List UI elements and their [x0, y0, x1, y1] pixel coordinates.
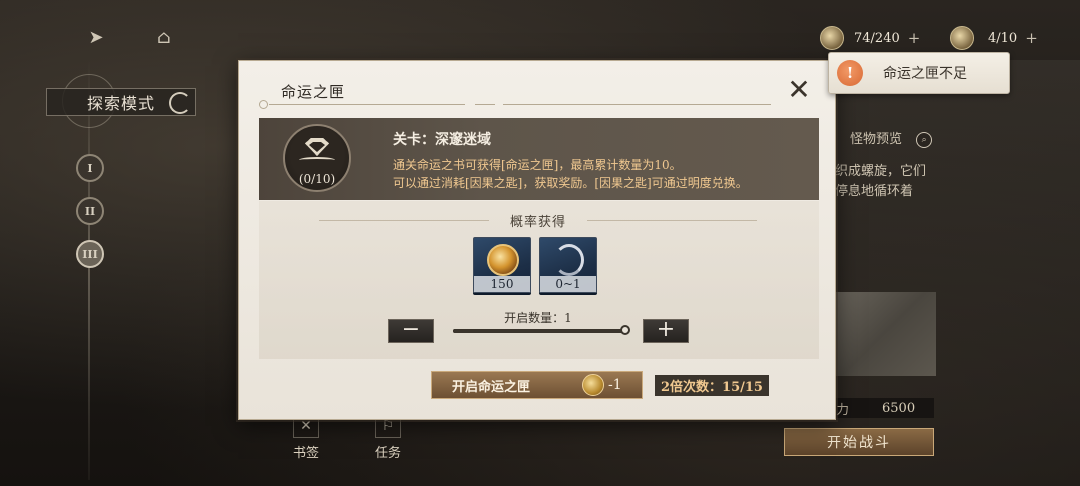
stamina-value: 74/240	[854, 30, 900, 46]
slider-handle[interactable]	[620, 325, 630, 335]
warning-icon: !	[837, 60, 863, 86]
explore-mode-label: 探索模式	[87, 94, 156, 113]
refresh-icon	[169, 92, 191, 114]
recommended-power: 力 6500	[822, 398, 934, 418]
slider-fill	[453, 329, 625, 333]
increase-button[interactable]: +	[643, 319, 689, 343]
stage-description-1: 交织成螺旋，它们	[822, 164, 927, 179]
stage-node-3[interactable]: III	[76, 240, 104, 268]
monster-preview-button[interactable]: 怪物预览 ⌕	[850, 128, 933, 148]
reward-item-orb[interactable]: 150	[473, 237, 531, 293]
magnifier-icon: ⌕	[916, 131, 933, 148]
stage-thumbnail	[830, 292, 936, 376]
open-cost: -1	[608, 377, 622, 393]
key-resource: 4/10 +	[950, 24, 1038, 52]
title-rule	[503, 104, 771, 105]
stage-banner: (0/10) 关卡：深邃迷域 通关命运之书可获得[命运之匣]，最高累计数量为10…	[259, 118, 819, 200]
close-button[interactable]: ✕	[785, 76, 813, 105]
key-icon	[950, 26, 974, 50]
reward-item-swirl[interactable]: 0~1	[539, 237, 597, 293]
add-stamina-button[interactable]: +	[908, 29, 921, 47]
decrease-button[interactable]: −	[388, 319, 434, 343]
tab-bookmark[interactable]: ✕ 书签	[278, 414, 334, 461]
stamina-icon	[820, 26, 844, 50]
home-icon[interactable]: ⌂	[152, 26, 176, 50]
banner-info-2: 可以通过消耗[因果之匙]，获取奖励。[因果之匙]可通过明度兑换。	[393, 176, 748, 190]
stamina-resource: 74/240 +	[820, 24, 920, 52]
tab-quest[interactable]: ⚐ 任务	[360, 414, 416, 461]
title-rule	[475, 104, 495, 105]
open-quantity-label: 开启数量：1	[504, 311, 572, 325]
tab-bookmark-label: 书签	[292, 446, 319, 461]
fate-box-dialog: 命运之匣 ✕ (0/10) 关卡：深邃迷域 通关命运之书可获得[命运之匣]，最高…	[238, 60, 836, 420]
quantity-slider[interactable]	[453, 325, 630, 335]
start-battle-button[interactable]: 开始战斗	[784, 428, 934, 456]
toast-message: 命运之匣不足	[883, 66, 967, 82]
fate-book-emblem: (0/10)	[283, 124, 351, 192]
causality-key-icon	[582, 374, 604, 396]
power-value: 6500	[882, 400, 916, 416]
tab-quest-label: 任务	[374, 446, 401, 461]
stage-title: 关卡：深邃迷域	[393, 132, 491, 148]
monster-preview-label: 怪物预览	[850, 132, 903, 147]
open-fate-box-button[interactable]: 开启命运之匣 -1	[431, 371, 643, 399]
banner-info-1: 通关命运之书可获得[命运之匣]，最高累计数量为10。	[393, 158, 682, 172]
book-icon	[299, 157, 335, 163]
reward-qty: 0~1	[540, 276, 596, 292]
open-button-label: 开启命运之匣	[452, 379, 531, 395]
key-value: 4/10	[988, 30, 1018, 46]
explore-mode-button[interactable]: 探索模式	[46, 88, 196, 116]
stage-node-2[interactable]: II	[76, 197, 104, 225]
silver-swirl-icon	[554, 244, 584, 276]
stage-node-1[interactable]: I	[76, 154, 104, 182]
dialog-title: 命运之匣	[281, 83, 346, 101]
reward-qty: 150	[474, 276, 530, 292]
title-rule	[269, 104, 465, 105]
back-arrow-icon[interactable]: ➤	[84, 26, 108, 50]
golden-orb-icon	[487, 244, 519, 276]
title-ornament	[259, 100, 268, 109]
probability-label: 概率获得	[509, 215, 566, 230]
double-count: 2倍次数：15/15	[655, 375, 769, 396]
add-key-button[interactable]: +	[1025, 29, 1038, 47]
warning-toast: ! 命运之匣不足	[828, 52, 1010, 94]
stage-info-panel	[820, 60, 1080, 486]
box-count: (0/10)	[298, 172, 336, 186]
